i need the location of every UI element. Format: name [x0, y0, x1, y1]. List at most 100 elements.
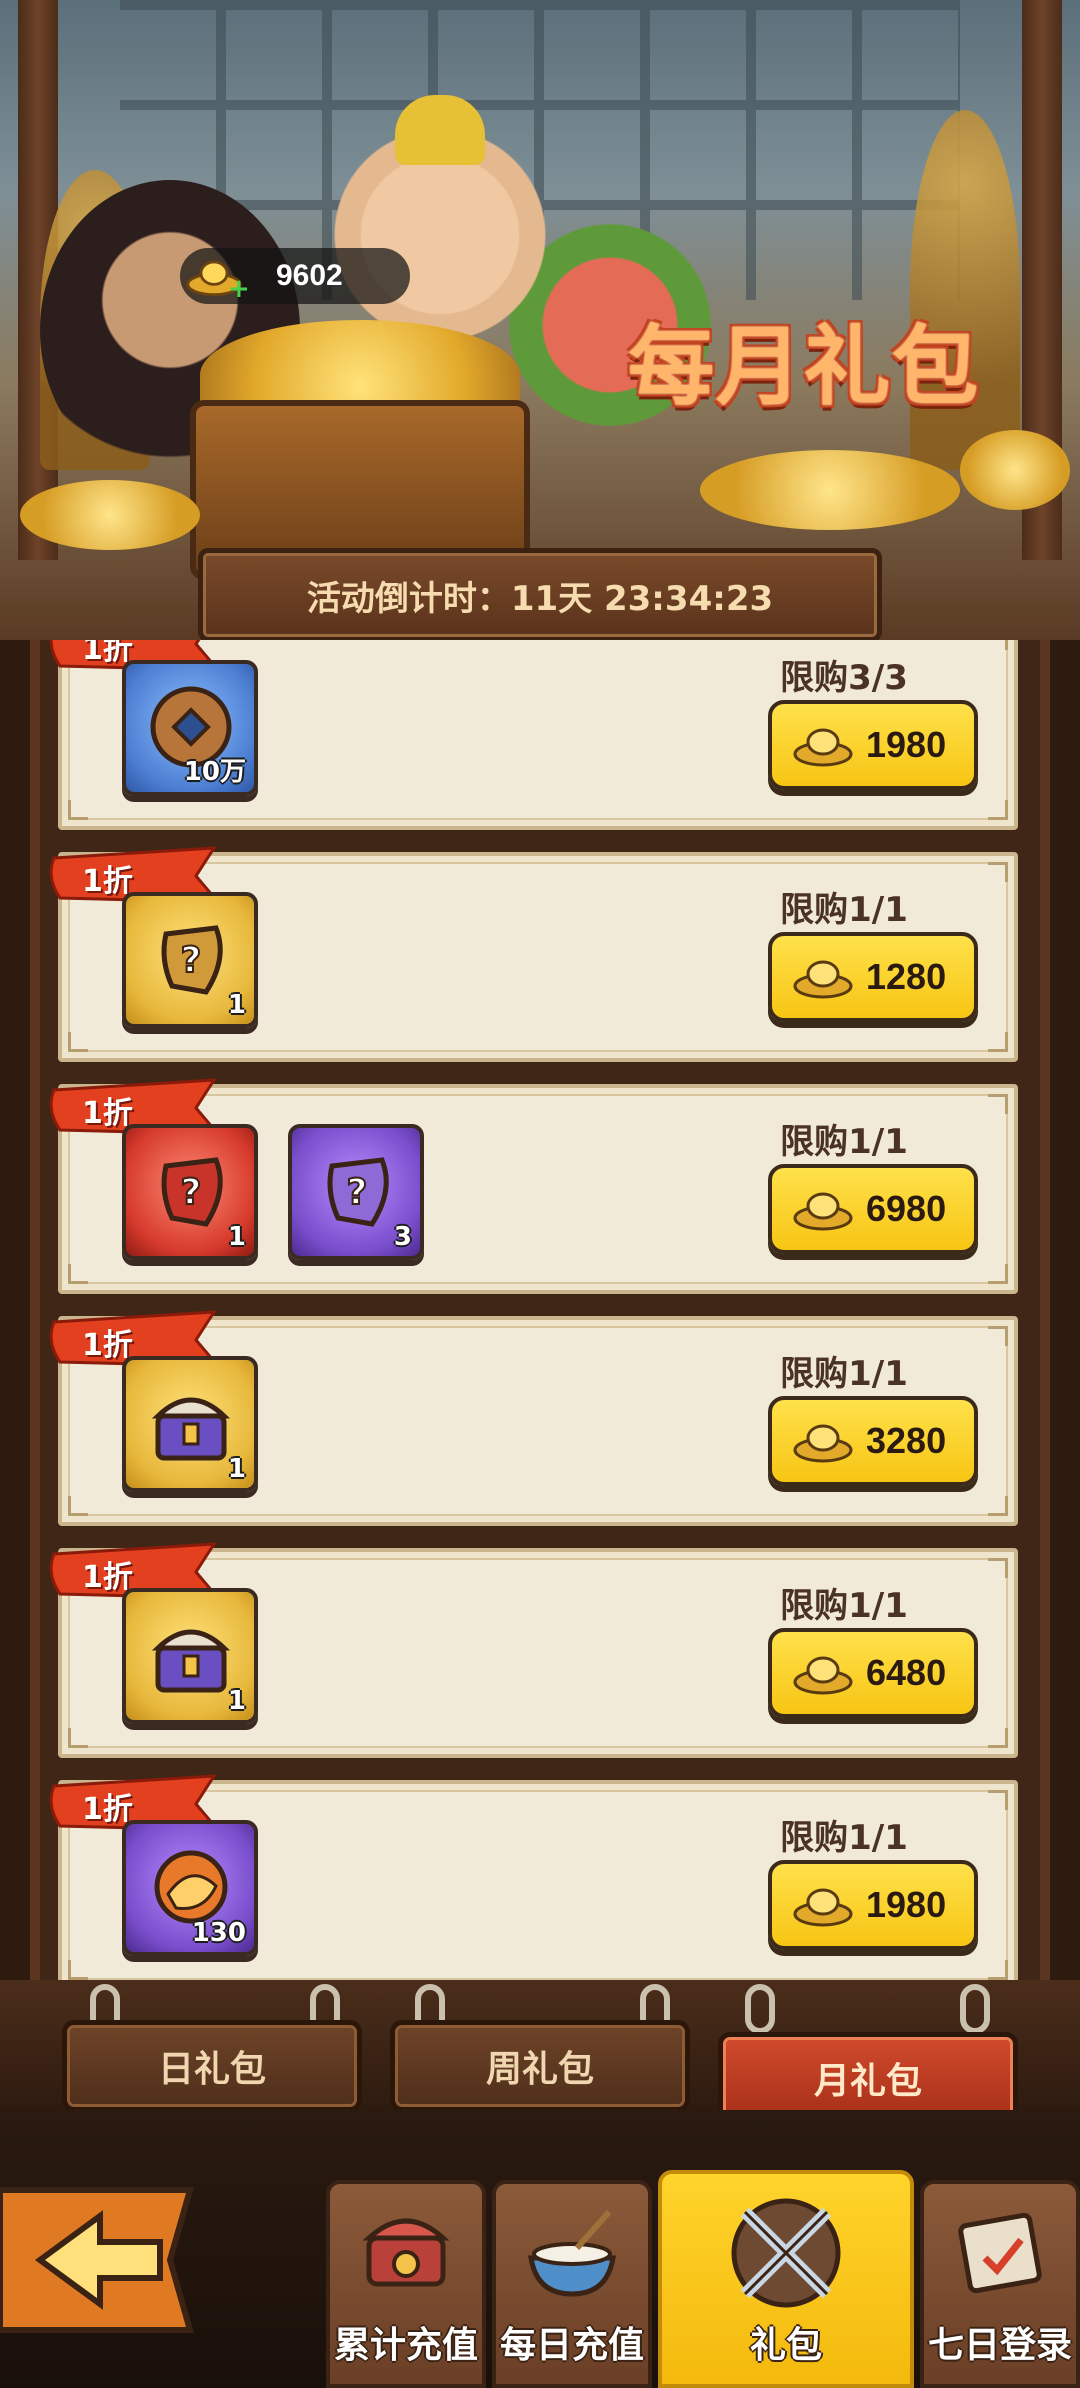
header-banner: + 9602 每月礼包 活动倒计时：11天 23:34:23 — [0, 0, 1080, 640]
page-title: 每月礼包 — [628, 317, 980, 417]
treasure-icon — [362, 2218, 450, 2287]
reward-item[interactable]: 1 — [122, 1356, 258, 1492]
tab-rope-decoration — [745, 1984, 775, 2034]
item-count: 3 — [393, 1222, 412, 1252]
currency-display[interactable]: + 9602 — [180, 248, 410, 304]
nav-label: 七日登录 — [927, 2325, 1072, 2366]
gold-ingot-icon — [793, 1424, 853, 1463]
nav-cumulative-recharge[interactable]: 累计充值 — [326, 2180, 486, 2388]
mystery-purple-tag-icon: ? — [327, 1157, 389, 1227]
character-hat-decoration — [395, 95, 485, 165]
package-card: 1折 130 限购1/1 1980 — [49, 1774, 1018, 1980]
buy-button[interactable]: 6480 — [768, 1628, 978, 1718]
price-label: 6980 — [866, 1188, 947, 1229]
card-corner-decoration — [68, 800, 88, 820]
card-corner-decoration — [988, 1960, 1008, 1980]
back-arrow-button[interactable] — [0, 2180, 200, 2340]
price-label: 6480 — [866, 1652, 947, 1693]
card-corner-decoration — [988, 1790, 1008, 1810]
discount-label: 1折 — [82, 1560, 133, 1595]
purchase-limit: 限购3/3 — [780, 658, 908, 698]
add-currency-icon[interactable]: + — [228, 276, 250, 302]
tab-label: 周礼包 — [485, 2049, 594, 2090]
gold-ingot-icon — [793, 1888, 853, 1927]
nav-label: 每日充值 — [499, 2325, 644, 2366]
card-corner-decoration — [988, 1264, 1008, 1284]
package-card: 1折? 1? 3 限购1/1 6980 — [49, 1078, 1018, 1294]
reward-item[interactable]: ? 1 — [122, 1124, 258, 1260]
card-corner-decoration — [68, 1032, 88, 1052]
card-corner-decoration — [988, 800, 1008, 820]
card-corner-decoration — [988, 640, 1008, 650]
buy-button[interactable]: 1980 — [768, 700, 978, 790]
purchase-limit: 限购1/1 — [780, 1818, 908, 1858]
package-card: 1折 1 限购1/1 3280 — [49, 1310, 1018, 1526]
package-card: 1折? 1 限购1/1 1280 — [49, 846, 1018, 1062]
price-label: 1980 — [866, 724, 947, 765]
crossed-swords-icon — [731, 2198, 841, 2308]
gold-ingot-decoration — [960, 430, 1070, 510]
item-count: 1 — [227, 1686, 246, 1716]
nav-label: 礼包 — [749, 2325, 822, 2366]
card-corner-decoration — [988, 1326, 1008, 1346]
item-count: 1 — [227, 1222, 246, 1252]
reward-item[interactable]: 1 — [122, 1588, 258, 1724]
nav-daily-recharge[interactable]: 每日充值 — [492, 2180, 652, 2388]
buy-button[interactable]: 6980 — [768, 1164, 978, 1254]
tab-rope-decoration — [960, 1984, 990, 2034]
buy-button[interactable]: 1980 — [768, 1860, 978, 1950]
buy-button[interactable]: 3280 — [768, 1396, 978, 1486]
svg-text:?: ? — [347, 1172, 368, 1213]
package-list[interactable]: 1折 10万 限购3/3 1980 1折? 1 限购1/1 1280 1折? 1? 3 限购1/1 69… — [0, 640, 1080, 1980]
svg-text:?: ? — [181, 940, 202, 981]
purchase-limit: 限购1/1 — [780, 1122, 908, 1162]
card-corner-decoration — [68, 1264, 88, 1284]
card-corner-decoration — [988, 1496, 1008, 1516]
buy-button[interactable]: 1280 — [768, 932, 978, 1022]
treasure-chest-icon — [151, 1629, 231, 1693]
nav-seven-day-login[interactable]: 七日登录 — [920, 2180, 1080, 2388]
gold-ingot-icon — [793, 960, 853, 999]
tab-label: 日礼包 — [157, 2049, 266, 2090]
card-corner-decoration — [68, 1960, 88, 1980]
package-card: 1折 10万 限购3/3 1980 — [49, 640, 1018, 830]
price-label: 3280 — [866, 1420, 947, 1461]
nav-label: 累计充值 — [333, 2325, 478, 2366]
price-label: 1280 — [866, 956, 947, 997]
svg-text:?: ? — [181, 1172, 202, 1213]
item-count: 1 — [227, 990, 246, 1020]
reward-item[interactable]: ? 3 — [288, 1124, 424, 1260]
countdown-text: 活动倒计时：11天 23:34:23 — [306, 578, 774, 619]
tab-weekly-pack[interactable]: 周礼包 — [390, 2020, 690, 2112]
purchase-limit: 限购1/1 — [780, 1586, 908, 1626]
coin-pile-right-decoration — [700, 450, 960, 530]
reward-item[interactable]: ? 1 — [122, 892, 258, 1028]
reward-item[interactable]: 10万 — [122, 660, 258, 796]
gold-ingot-icon — [793, 728, 853, 767]
price-label: 1980 — [866, 1884, 947, 1925]
scroll-icon — [958, 2212, 1042, 2294]
gold-ingot-icon — [793, 1656, 853, 1695]
treasure-chest-icon — [151, 1397, 231, 1461]
card-corner-decoration — [988, 1728, 1008, 1748]
discount-label: 1折 — [82, 1328, 133, 1363]
rice-bowl-icon — [528, 2210, 616, 2297]
currency-value: 9602 — [276, 259, 343, 292]
reward-item[interactable]: 130 — [122, 1820, 258, 1956]
card-corner-decoration — [988, 1558, 1008, 1578]
gold-ingot-icon — [793, 1192, 853, 1231]
mystery-gold-tag-icon: ? — [161, 925, 223, 995]
package-card: 1折 1 限购1/1 6480 — [49, 1542, 1018, 1758]
card-corner-decoration — [988, 1094, 1008, 1114]
card-corner-decoration — [988, 1032, 1008, 1052]
item-count: 1 — [227, 1454, 246, 1484]
discount-label: 1折 — [82, 864, 133, 899]
discount-label: 1折 — [82, 1792, 133, 1827]
card-corner-decoration — [68, 1496, 88, 1516]
purchase-limit: 限购1/1 — [780, 1354, 908, 1394]
nav-gift-pack[interactable]: 礼包 — [658, 2170, 914, 2388]
discount-label: 1折 — [82, 1096, 133, 1131]
card-corner-decoration — [68, 1728, 88, 1748]
tab-daily-pack[interactable]: 日礼包 — [62, 2020, 362, 2112]
coin-pile-left-decoration — [20, 480, 200, 550]
